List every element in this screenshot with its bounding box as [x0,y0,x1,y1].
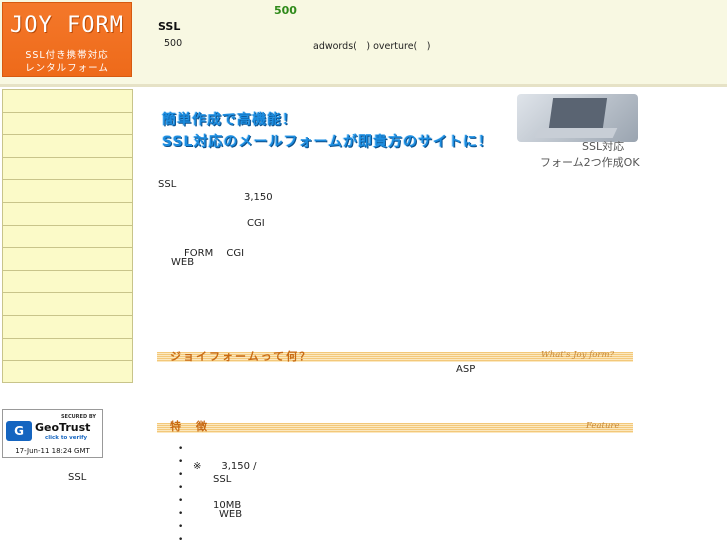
feature-item-text: WEB [219,509,243,520]
header-ad-text: adwords( ) overture( ) [313,41,431,52]
header-price: 500 [274,4,297,17]
laptop-keyboard [534,128,618,138]
sidebar-item-6[interactable] [3,203,132,226]
feature-item: • [178,509,184,519]
site-logo[interactable]: JOY FORM SSL付き携帯対応 レンタルフォーム [2,2,132,77]
section-feature-script: Feature [586,421,620,431]
sidebar-item-5[interactable] [3,180,132,203]
hero-caption-2: フォーム2つ作成OK [540,156,640,169]
seal-date: 17-Jun-11 18:24 GMT [15,447,90,455]
feature-item: • [178,535,184,545]
hero-headline-1: 簡単作成で高機能！ [162,112,297,128]
section-feature-title: 特 徴 [170,420,209,433]
header-ssl-label: SSL [158,20,181,33]
sidebar-item-4[interactable] [3,158,132,181]
logo-title: JOY FORM [10,13,124,38]
feature-item: • [178,483,184,493]
sidebar-item-11[interactable] [3,316,132,339]
site-header: JOY FORM SSL付き携帯対応 レンタルフォーム 500 SSL 500 … [0,0,727,84]
hero-caption-1: SSL対応 [582,140,625,153]
sidebar-item-3[interactable] [3,135,132,158]
intro-web: WEB [171,257,195,268]
hero-headline-2: SSL対応のメールフォームが即貴方のサイトに！ [162,134,494,150]
logo-subtitle-1: SSL付き携帯対応 [25,50,109,61]
section-what-script: What's Joy form? [541,350,615,360]
seal-verify-link[interactable]: click to verify [45,435,87,441]
intro-price: 3,150 [244,192,273,203]
sidebar-ssl-label: SSL [68,472,87,483]
sidebar-item-10[interactable] [3,293,132,316]
header-sub-price: 500 [164,38,183,49]
intro-ssl: SSL [158,179,177,190]
intro-cgi: CGI [247,218,265,229]
feature-item: • [178,470,184,480]
feature-item: • [178,522,184,532]
sidebar-item-8[interactable] [3,248,132,271]
sidebar-item-9[interactable] [3,271,132,294]
geotrust-logo-icon: G [6,421,32,441]
geotrust-seal[interactable]: SECURED BY G GeoTrust click to verify 17… [2,409,103,458]
sidebar-item-7[interactable] [3,226,132,249]
sidebar-item-13[interactable] [3,361,132,384]
feature-item: • [178,457,184,467]
feature-item: • [178,444,184,454]
header-divider [0,84,727,87]
feature-item: • [178,496,184,506]
laptop-image [517,94,638,142]
seal-brand-name: GeoTrust [35,421,91,434]
laptop-screen [548,98,608,128]
section-feature-band [157,423,633,433]
section-what-title: ジョイフォームって何？ [170,350,313,363]
sidebar-item-2[interactable] [3,113,132,136]
section-what-asp: ASP [456,364,476,375]
sidebar-item-1[interactable] [3,90,132,113]
feature-item-text: SSL [193,474,232,485]
seal-secured-text: SECURED BY [60,414,96,420]
sidebar-item-12[interactable] [3,339,132,362]
logo-subtitle-2: レンタルフォーム [25,63,109,74]
sidebar-nav [2,89,133,383]
